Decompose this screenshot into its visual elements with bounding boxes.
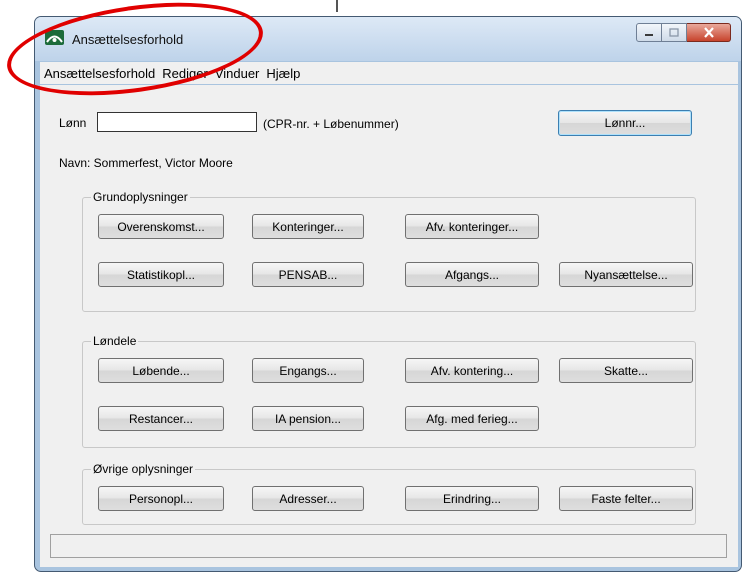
engangs-button[interactable]: Engangs...	[252, 358, 364, 383]
restancer-button[interactable]: Restancer...	[98, 406, 224, 431]
nyansaettelse-button[interactable]: Nyansættelse...	[559, 262, 693, 287]
skatte-button[interactable]: Skatte...	[559, 358, 693, 383]
group-title-londele: Løndele	[91, 334, 139, 348]
lonnr-label: Lønn	[59, 116, 87, 130]
ia-pension-button[interactable]: IA pension...	[252, 406, 364, 431]
menu-hjaelp[interactable]: Hjælp	[265, 66, 301, 81]
client-area: Lønn (CPR-nr. + Løbenummer) Lønnr... Nav…	[40, 85, 738, 567]
overenskomst-button[interactable]: Overenskomst...	[98, 214, 224, 239]
lonnr-hint: (CPR-nr. + Løbenummer)	[263, 117, 399, 131]
background-divider	[336, 0, 338, 12]
group-title-ovrige: Øvrige oplysninger	[91, 462, 196, 476]
statistikopl-button[interactable]: Statistikopl...	[98, 262, 224, 287]
afg-med-ferieg-button[interactable]: Afg. med ferieg...	[405, 406, 539, 431]
status-bar	[50, 534, 727, 558]
main-window: Ansættelsesforhold Ansættelsesforhold Re…	[34, 16, 742, 572]
maximize-icon	[669, 28, 679, 37]
minimize-icon	[645, 33, 653, 36]
afgangs-button[interactable]: Afgangs...	[405, 262, 539, 287]
adresser-button[interactable]: Adresser...	[252, 486, 364, 511]
group-londele: Løndele Løbende... Engangs... Afv. konte…	[82, 334, 696, 448]
konteringer-button[interactable]: Konteringer...	[252, 214, 364, 239]
group-grundoplysninger: Grundoplysninger Overenskomst... Konteri…	[82, 190, 696, 312]
lonnr-input[interactable]	[97, 112, 257, 132]
pensab-button[interactable]: PENSAB...	[252, 262, 364, 287]
group-title-grundoplysninger: Grundoplysninger	[91, 190, 190, 204]
erindring-button[interactable]: Erindring...	[405, 486, 539, 511]
maximize-button[interactable]	[662, 23, 687, 42]
lonnr-button[interactable]: Lønnr...	[558, 110, 692, 136]
close-button[interactable]	[687, 23, 731, 42]
minimize-button[interactable]	[636, 23, 662, 42]
afv-kontering-button[interactable]: Afv. kontering...	[405, 358, 539, 383]
lobende-button[interactable]: Løbende...	[98, 358, 224, 383]
group-ovrige-oplysninger: Øvrige oplysninger Personopl... Adresser…	[82, 462, 696, 525]
navn-label: Navn: Sommerfest, Victor Moore	[59, 156, 233, 170]
afv-konteringer-button[interactable]: Afv. konteringer...	[405, 214, 539, 239]
faste-felter-button[interactable]: Faste felter...	[559, 486, 693, 511]
close-icon	[703, 27, 714, 38]
window-controls	[636, 23, 731, 42]
personopl-button[interactable]: Personopl...	[98, 486, 224, 511]
